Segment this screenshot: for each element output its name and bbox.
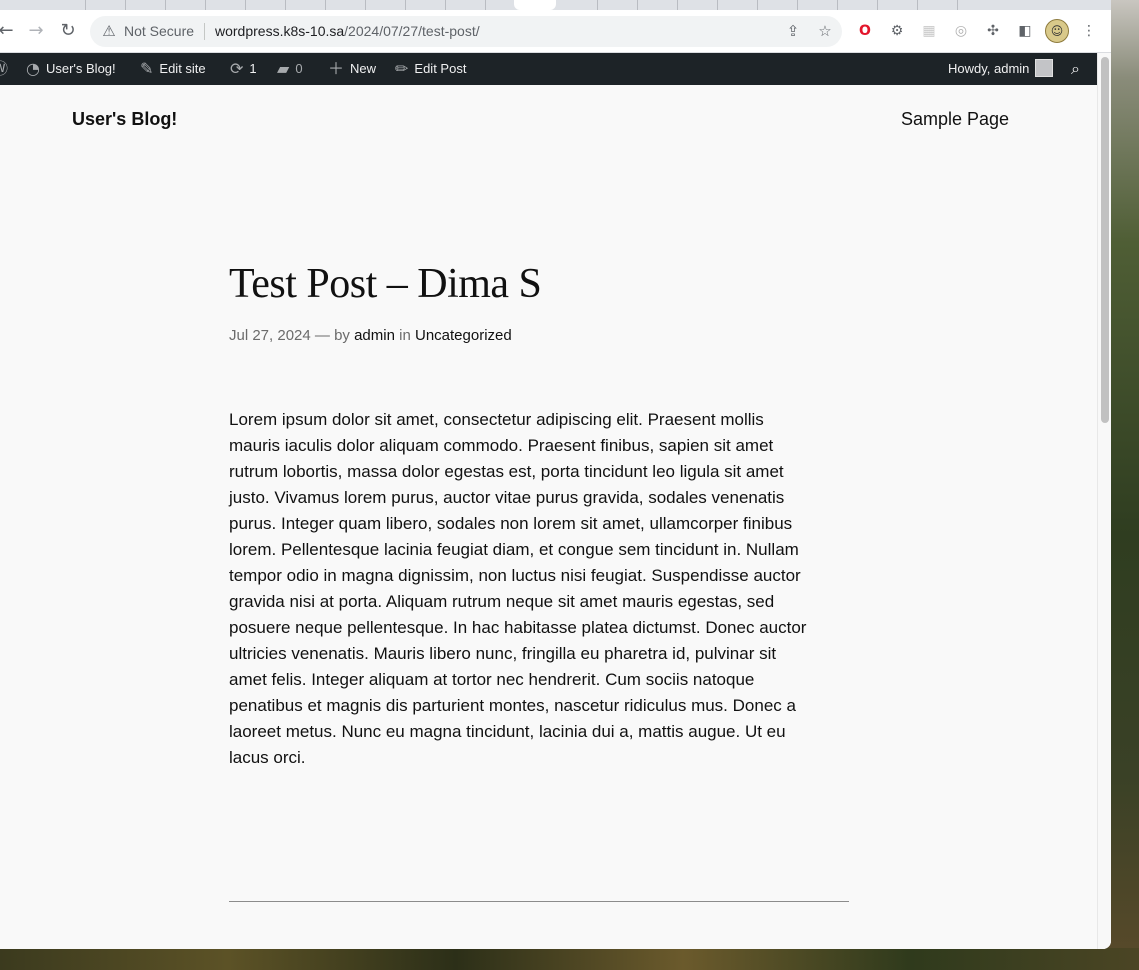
pencil-icon: ✏: [395, 59, 409, 78]
tab[interactable]: [920, 0, 958, 10]
tab[interactable]: [720, 0, 758, 10]
admin-bar-edit-site[interactable]: ✎ Edit site: [140, 53, 206, 85]
post-title: Test Post – Dima S: [229, 261, 542, 307]
tab[interactable]: [368, 0, 406, 10]
post-by-separator: — by: [314, 327, 350, 344]
brush-icon: ✎: [140, 59, 154, 78]
star-icon[interactable]: ☆: [816, 22, 834, 40]
wordpress-logo-icon[interactable]: Ⓦ: [0, 53, 14, 85]
tab[interactable]: [208, 0, 246, 10]
admin-bar-edit-post[interactable]: ✏ Edit Post: [395, 53, 466, 85]
url-host: wordpress.k8s-10.sa: [215, 23, 345, 39]
desktop-wallpaper-bottom: [0, 948, 1139, 970]
admin-bar-edit-site-label: Edit site: [159, 61, 206, 76]
admin-bar-comments[interactable]: ▰ 0: [277, 53, 303, 85]
search-icon: ⌕: [1071, 59, 1080, 78]
scrollbar-thumb[interactable]: [1101, 57, 1109, 423]
post-body-line: purus. Integer quam libero, sodales non …: [229, 514, 793, 533]
admin-bar-new-label: New: [350, 61, 377, 76]
url-text[interactable]: wordpress.k8s-10.sa/2024/07/27/test-post…: [215, 23, 480, 39]
post-body-line: lorem. Pellentesque lacinia feugiat diam…: [229, 540, 799, 559]
updates-count: 1: [249, 61, 257, 76]
forward-arrow-icon[interactable]: →: [26, 21, 46, 41]
admin-bar-search[interactable]: ⌕: [1071, 53, 1086, 85]
page-content: User's Blog! Sample Page Test Post – Dim…: [0, 85, 1097, 949]
tab[interactable]: [560, 0, 598, 10]
gear-extension-icon[interactable]: ⚙: [888, 22, 906, 40]
tab[interactable]: [48, 0, 86, 10]
tab[interactable]: [168, 0, 206, 10]
page-scrollbar[interactable]: [1097, 53, 1111, 949]
opera-extension-icon[interactable]: O: [856, 22, 874, 40]
share-icon[interactable]: ⇪: [784, 22, 802, 40]
browser-toolbar: ← → ↻ ⚠ Not Secure wordpress.k8s-10.sa/2…: [0, 10, 1111, 53]
tab[interactable]: [128, 0, 166, 10]
admin-bar-account[interactable]: Howdy, admin: [948, 53, 1054, 85]
tab[interactable]: [328, 0, 366, 10]
admin-bar-site-name[interactable]: ◔ User's Blog!: [26, 53, 116, 85]
post-body-line: rutrum lobortis, massa dolor egestas est…: [229, 462, 784, 481]
kebab-menu-icon[interactable]: ⋮: [1080, 22, 1098, 40]
post-author[interactable]: admin: [354, 327, 395, 344]
browser-window: ← → ↻ ⚠ Not Secure wordpress.k8s-10.sa/2…: [0, 0, 1111, 949]
post-body-line: ultricies venenatis. Mauris libero nunc,…: [229, 644, 777, 663]
tab[interactable]: [760, 0, 798, 10]
tab[interactable]: [880, 0, 918, 10]
comment-icon: ▰: [277, 59, 290, 78]
post-in-label: in: [399, 327, 411, 344]
plus-icon: ＋: [328, 59, 345, 78]
post-body-line: lacus orci.: [229, 748, 306, 767]
tab-active[interactable]: [514, 0, 556, 10]
tab[interactable]: [408, 0, 446, 10]
tab[interactable]: [288, 0, 326, 10]
tab[interactable]: [448, 0, 486, 10]
tab[interactable]: [248, 0, 286, 10]
address-bar[interactable]: ⚠ Not Secure wordpress.k8s-10.sa/2024/07…: [90, 16, 842, 47]
tab[interactable]: [88, 0, 126, 10]
avatar: [1035, 59, 1054, 78]
tab[interactable]: [600, 0, 638, 10]
post-body-line: amet felis. Integer aliquam at tortor ne…: [229, 670, 755, 689]
address-separator: [204, 23, 205, 40]
post-body-line: justo. Vivamus lorem purus, auctor vitae…: [229, 488, 785, 507]
admin-bar-edit-post-label: Edit Post: [414, 61, 467, 76]
post-body-line: laoreet metus. Nunc eu magna tincidunt, …: [229, 722, 786, 741]
post-body-line: Lorem ipsum dolor sit amet, consectetur …: [229, 410, 764, 429]
tab[interactable]: [800, 0, 838, 10]
profile-avatar[interactable]: ☺: [1045, 19, 1069, 43]
url-path: /2024/07/27/test-post/: [344, 23, 480, 39]
post-category[interactable]: Uncategorized: [415, 327, 512, 344]
comments-count: 0: [295, 61, 303, 76]
warning-icon[interactable]: ⚠: [100, 22, 118, 40]
reload-icon[interactable]: ↻: [58, 21, 78, 41]
updates-icon: ⟳: [230, 59, 244, 78]
post-body-line: penatibus et magnis dis parturient monte…: [229, 696, 796, 715]
post-date[interactable]: Jul 27, 2024: [229, 327, 311, 344]
post-body-line: mauris iaculis dolor aliquam commodo. Pr…: [229, 436, 774, 455]
post-meta: Jul 27, 2024 — by admin in Uncategorized: [229, 327, 512, 344]
tab[interactable]: [680, 0, 718, 10]
post-body-line: posuere neque pellentesque. In hac habit…: [229, 618, 807, 637]
puzzle-icon[interactable]: ✣: [984, 22, 1002, 40]
admin-bar-new[interactable]: ＋ New: [328, 53, 376, 85]
wp-admin-bar: Ⓦ ◔ User's Blog! ✎ Edit site ⟳ 1 ▰ 0 ＋ New ✏ E…: [0, 53, 1097, 85]
tab[interactable]: [640, 0, 678, 10]
site-title[interactable]: User's Blog!: [72, 109, 177, 130]
dashboard-icon: ◔: [26, 59, 40, 78]
circle-extension-icon[interactable]: ◎: [952, 22, 970, 40]
post-body-line: tempor odio in magna dignissim, non luct…: [229, 566, 801, 585]
tab[interactable]: [840, 0, 878, 10]
admin-bar-site-name-label: User's Blog!: [45, 61, 116, 76]
post-divider: [229, 901, 849, 902]
post-body-line: gravida nisi at porta. Aliquam rutrum ne…: [229, 592, 775, 611]
grid-extension-icon[interactable]: ▦: [920, 22, 938, 40]
post-body: Lorem ipsum dolor sit amet, consectetur …: [229, 407, 841, 771]
tab-strip: [0, 0, 1111, 10]
howdy-label: Howdy, admin: [948, 61, 1030, 76]
side-panel-icon[interactable]: ◧: [1016, 22, 1034, 40]
security-label[interactable]: Not Secure: [124, 23, 194, 39]
back-arrow-icon[interactable]: ←: [0, 21, 16, 41]
admin-bar-updates[interactable]: ⟳ 1: [230, 53, 257, 85]
nav-item-sample-page[interactable]: Sample Page: [901, 109, 1009, 130]
